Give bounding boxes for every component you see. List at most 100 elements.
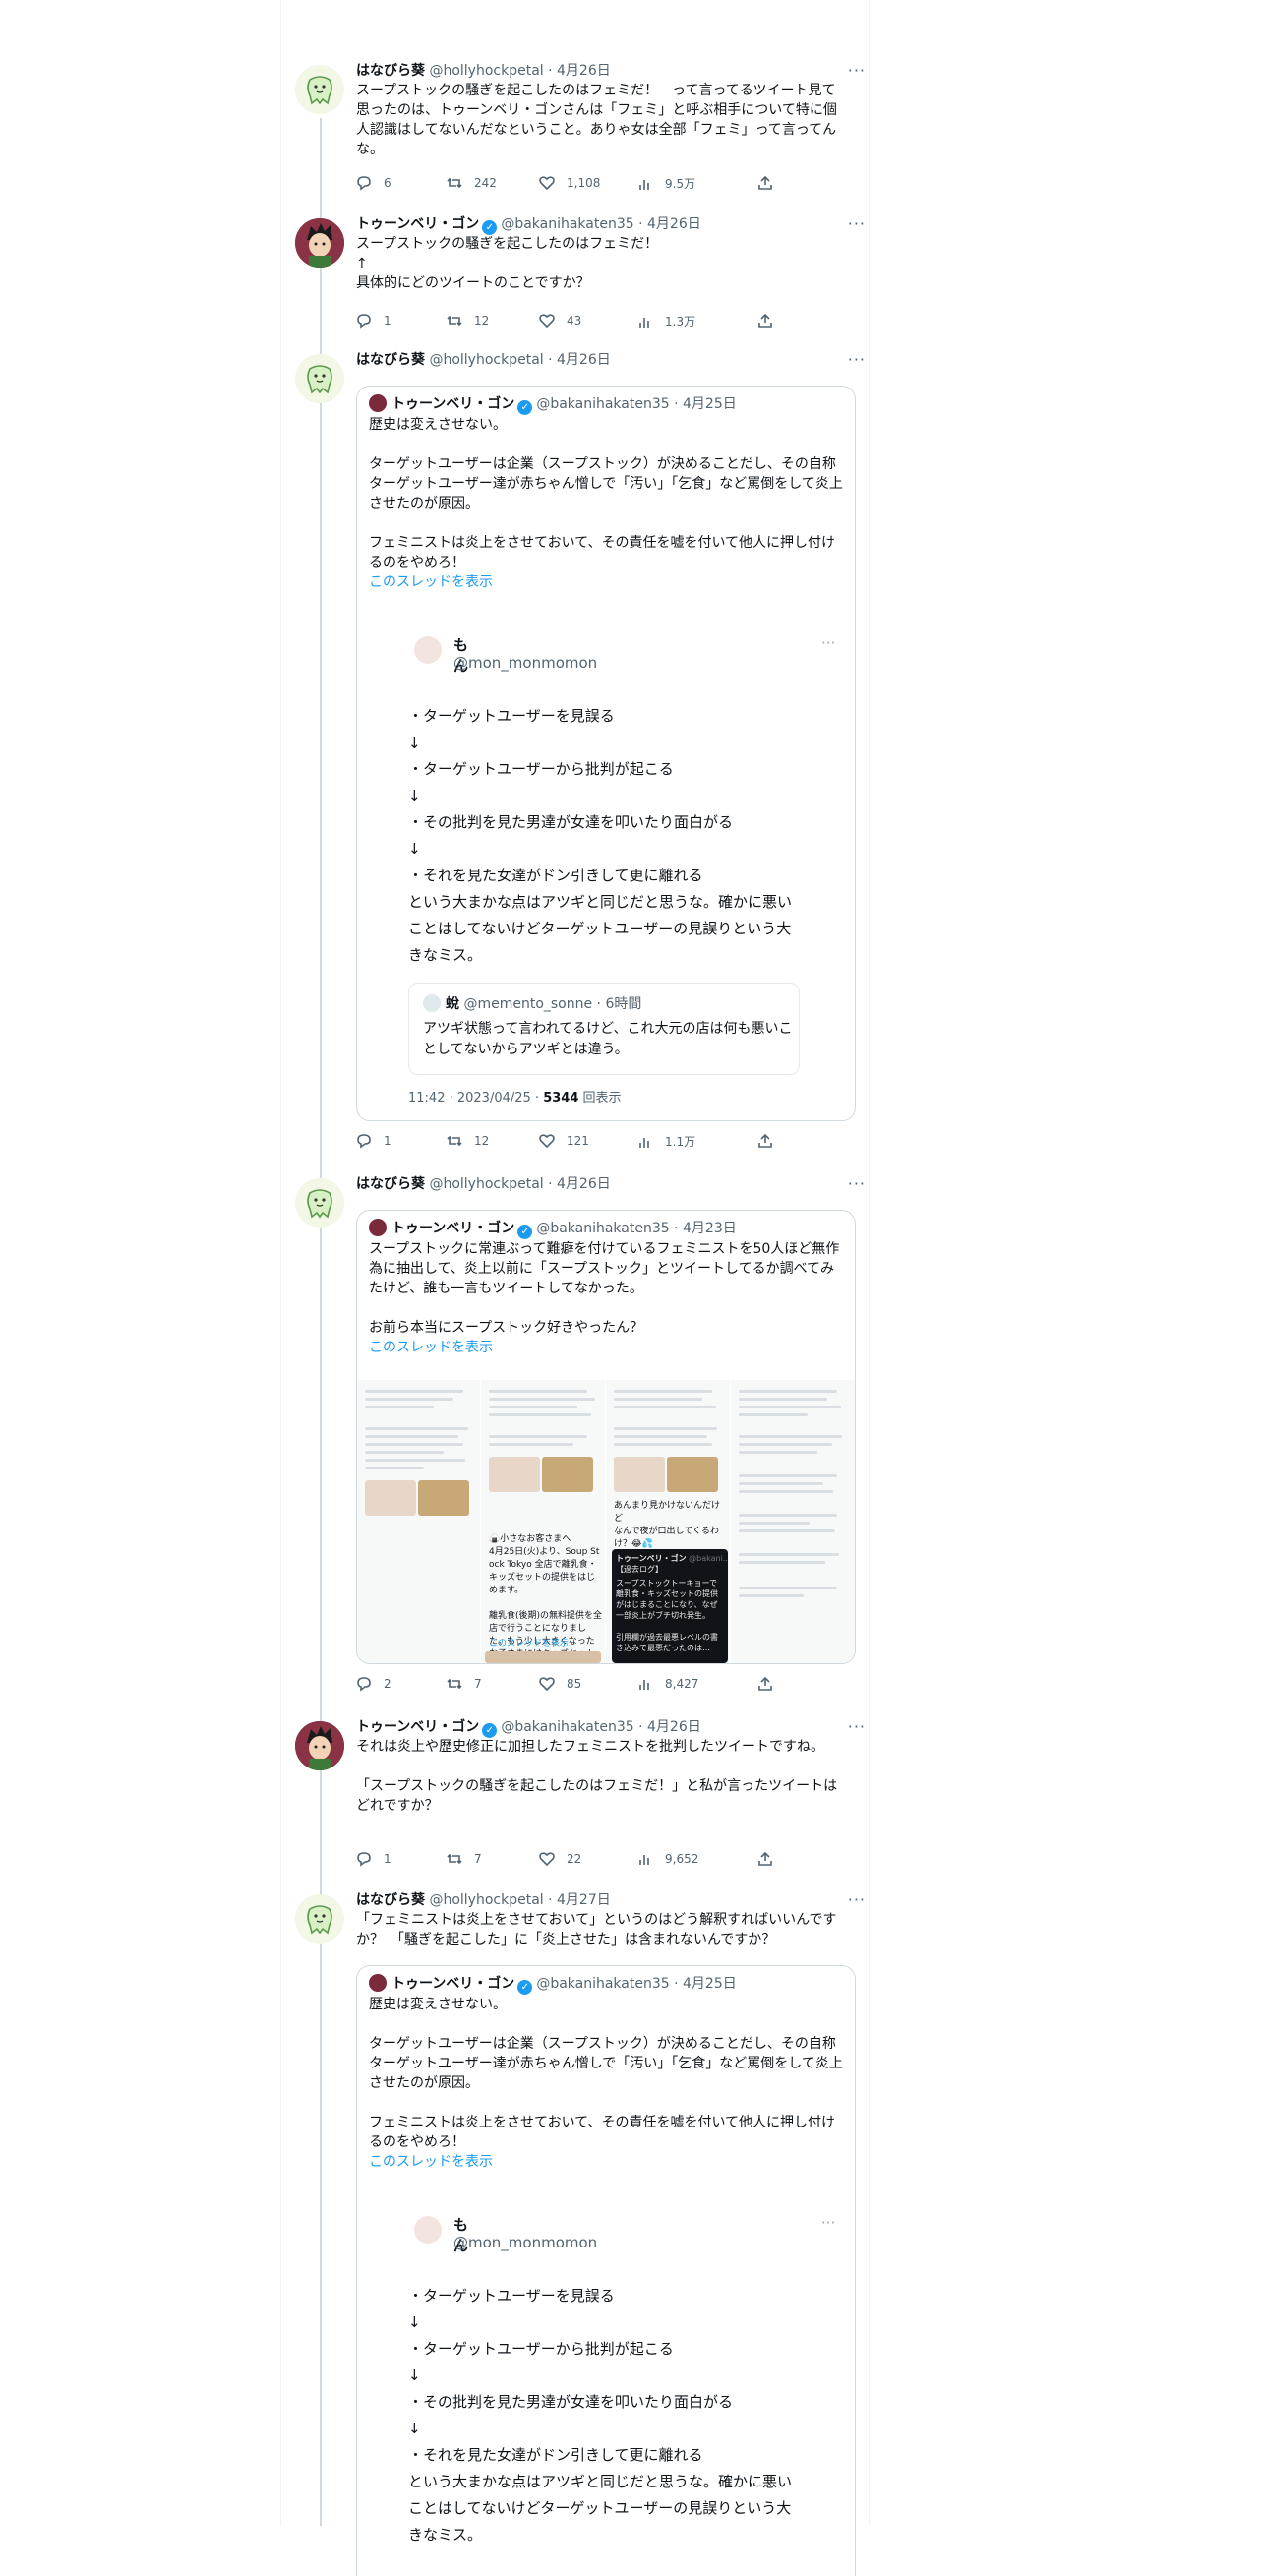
reply-button[interactable]: 1 (356, 1851, 391, 1867)
analytics-icon (639, 1680, 649, 1690)
like-button[interactable]: 43 (539, 313, 581, 329)
share-icon (758, 1133, 772, 1148)
share-icon (758, 175, 772, 190)
tweet[interactable]: はなびら葵 @hollyhockpetal · 4月26日 ··· トゥーンベリ… (295, 350, 866, 1157)
reply-button[interactable]: 2 (356, 1676, 391, 1692)
share-icon (758, 1676, 772, 1691)
views-button[interactable]: 1.1万 (637, 1133, 695, 1150)
share-button[interactable] (757, 1133, 773, 1149)
media-image-3[interactable]: あんまり見かけないんだけど なんで夜が口出してくるわけ？😂💦 トゥーンベリ・ゴン… (606, 1380, 731, 1663)
views-button[interactable]: 8,427 (637, 1676, 698, 1692)
embedded-timestamp: 11:42 · 2023/04/25 · (408, 1091, 544, 1106)
avatar[interactable] (295, 1894, 344, 1944)
share-icon (758, 313, 772, 328)
views-button[interactable]: 9.5万 (637, 175, 695, 192)
quoted-tweet[interactable]: トゥーンベリ・ゴン ✓ @bakanihakaten35 · 4月25日 歴史は変え… (356, 386, 856, 1121)
views-button[interactable]: 9,652 (637, 1851, 698, 1867)
embedded-tweet-text: ・ターゲットユーザーを見誤る ↓ ・ターゲットユーザーから批判が起こる ↓ ・そ… (408, 707, 793, 964)
more-options-icon[interactable]: ··· (848, 214, 866, 233)
quoted-tweet-text: スープストックに常連ぶって難癖を付けているフェミニストを50人ほど無作為に抽出し… (369, 1241, 840, 1336)
retweet-count: 7 (474, 1852, 482, 1866)
retweet-button[interactable]: 12 (447, 1133, 489, 1149)
more-options-icon[interactable]: ··· (848, 1890, 866, 1909)
views-button[interactable]: 1.3万 (637, 313, 695, 329)
show-thread-link[interactable]: このスレッドを表示 (369, 572, 843, 592)
action-bar: 6 242 1,108 9.5万 (356, 175, 779, 195)
author-handle[interactable]: @bakanihakaten35 · 4月26日 (501, 216, 700, 232)
media-image-2[interactable]: 🍙小さなお客さまへ 4月25日(火)より、Soup Stock Tokyo 全店… (481, 1380, 606, 1663)
tooth-mascot-icon (307, 76, 332, 105)
more-options-icon[interactable]: ··· (848, 350, 866, 369)
avatar[interactable] (295, 1721, 344, 1770)
avatar[interactable] (295, 65, 344, 114)
tweet[interactable]: はなびら葵 @hollyhockpetal · 4月27日 ··· 「フェミニス… (295, 1890, 866, 2576)
share-button[interactable] (757, 175, 773, 191)
views-count: 9.5万 (665, 177, 696, 191)
like-count: 121 (567, 1134, 589, 1148)
tweet[interactable]: トゥーンベリ・ゴン ✓ @bakanihakaten35 · 4月26日 ··· そ… (295, 1717, 866, 1875)
author-name[interactable]: はなびら葵 (356, 1176, 425, 1192)
retweet-icon (447, 177, 462, 189)
media-image-3-caption: あんまり見かけないんだけど なんで夜が口出してくるわけ？😂💦 (614, 1501, 721, 1549)
heart-icon (539, 1852, 555, 1867)
like-button[interactable]: 85 (539, 1676, 581, 1692)
like-button[interactable]: 121 (539, 1133, 589, 1149)
share-button[interactable] (757, 313, 773, 329)
embedded-author-handle: @mon_monmomon (453, 654, 598, 672)
retweet-button[interactable]: 242 (447, 175, 497, 191)
tweet-text: それは炎上や歴史修正に加担したフェミニストを批判したツイートですね。 「スープス… (356, 1739, 838, 1814)
quoted-avatar (369, 394, 387, 412)
retweet-icon (447, 1678, 462, 1690)
author-name[interactable]: はなびら葵 (356, 1892, 425, 1908)
reply-icon (357, 1677, 371, 1692)
avatar[interactable] (295, 1178, 344, 1228)
action-bar: 1 7 22 9,652 (356, 1851, 779, 1871)
action-bar: 2 7 85 8,427 (356, 1676, 779, 1696)
tweet[interactable]: はなびら葵 @hollyhockpetal · 4月26日 ··· スープストッ… (295, 61, 866, 199)
retweet-icon (447, 315, 462, 327)
tweet[interactable]: はなびら葵 @hollyhockpetal · 4月26日 ··· トゥーンベリ… (295, 1174, 866, 1702)
retweet-button[interactable]: 7 (447, 1676, 482, 1692)
author-name[interactable]: はなびら葵 (356, 63, 425, 79)
embedded-more-icon: ··· (821, 634, 836, 652)
author-name[interactable]: はなびら葵 (356, 352, 425, 368)
show-thread-link[interactable]: このスレッドを表示 (369, 1338, 843, 1357)
quoted-tweet[interactable]: トゥーンベリ・ゴン ✓ @bakanihakaten35 · 4月25日 歴史は変え… (356, 1965, 856, 2576)
author-handle[interactable]: @hollyhockpetal · 4月26日 (429, 63, 610, 79)
author-handle[interactable]: @bakanihakaten35 · 4月26日 (501, 1719, 700, 1735)
share-button[interactable] (757, 1676, 773, 1692)
embedded-author-handle: @mon_monmomon (453, 2234, 598, 2251)
like-count: 43 (567, 314, 582, 328)
author-handle[interactable]: @hollyhockpetal · 4月27日 (429, 1892, 610, 1908)
retweet-button[interactable]: 7 (447, 1851, 482, 1867)
author-name[interactable]: トゥーンベリ・ゴン (356, 216, 479, 232)
author-name[interactable]: トゥーンベリ・ゴン (356, 1719, 479, 1735)
quoted-tweet[interactable]: トゥーンベリ・ゴン ✓ @bakanihakaten35 · 4月23日 スープスト… (356, 1210, 856, 1664)
media-image-5[interactable] (731, 1380, 855, 1663)
reply-button[interactable]: 6 (356, 175, 391, 191)
avatar[interactable] (295, 354, 344, 403)
media-image-4-tag: 【過去ログ】 (616, 1565, 663, 1574)
embedded-tweet-text: ・ターゲットユーザーを見誤る ↓ ・ターゲットユーザーから批判が起こる ↓ ・そ… (408, 2287, 793, 2544)
media-image-4-name: トゥーンベリ・ゴン (616, 1554, 687, 1563)
retweet-button[interactable]: 12 (447, 313, 489, 329)
retweet-count: 12 (474, 314, 490, 328)
media-grid[interactable]: 🍙小さなお客さまへ 4月25日(火)より、Soup Stock Tokyo 全店… (357, 1380, 855, 1663)
like-button[interactable]: 1,108 (539, 175, 600, 191)
like-button[interactable]: 22 (539, 1851, 581, 1867)
show-thread-link[interactable]: このスレッドを表示 (369, 2152, 843, 2172)
more-options-icon[interactable]: ··· (848, 1717, 866, 1736)
author-handle[interactable]: @hollyhockpetal · 4月26日 (429, 1176, 610, 1192)
more-options-icon[interactable]: ··· (848, 1174, 866, 1193)
more-options-icon[interactable]: ··· (848, 61, 866, 80)
embedded-avatar (414, 2216, 442, 2244)
tweet[interactable]: トゥーンベリ・ゴン ✓ @bakanihakaten35 · 4月26日 ··· ス… (295, 214, 866, 332)
author-handle[interactable]: @hollyhockpetal · 4月26日 (429, 352, 610, 368)
embedded-more-icon: ··· (821, 2214, 836, 2232)
reply-button[interactable]: 1 (356, 313, 391, 329)
avatar[interactable] (295, 218, 344, 268)
media-image-1[interactable] (357, 1380, 481, 1663)
quoted-author-handle: @bakanihakaten35 · 4月25日 (536, 1976, 737, 1992)
reply-button[interactable]: 1 (356, 1133, 391, 1149)
share-button[interactable] (757, 1851, 773, 1867)
